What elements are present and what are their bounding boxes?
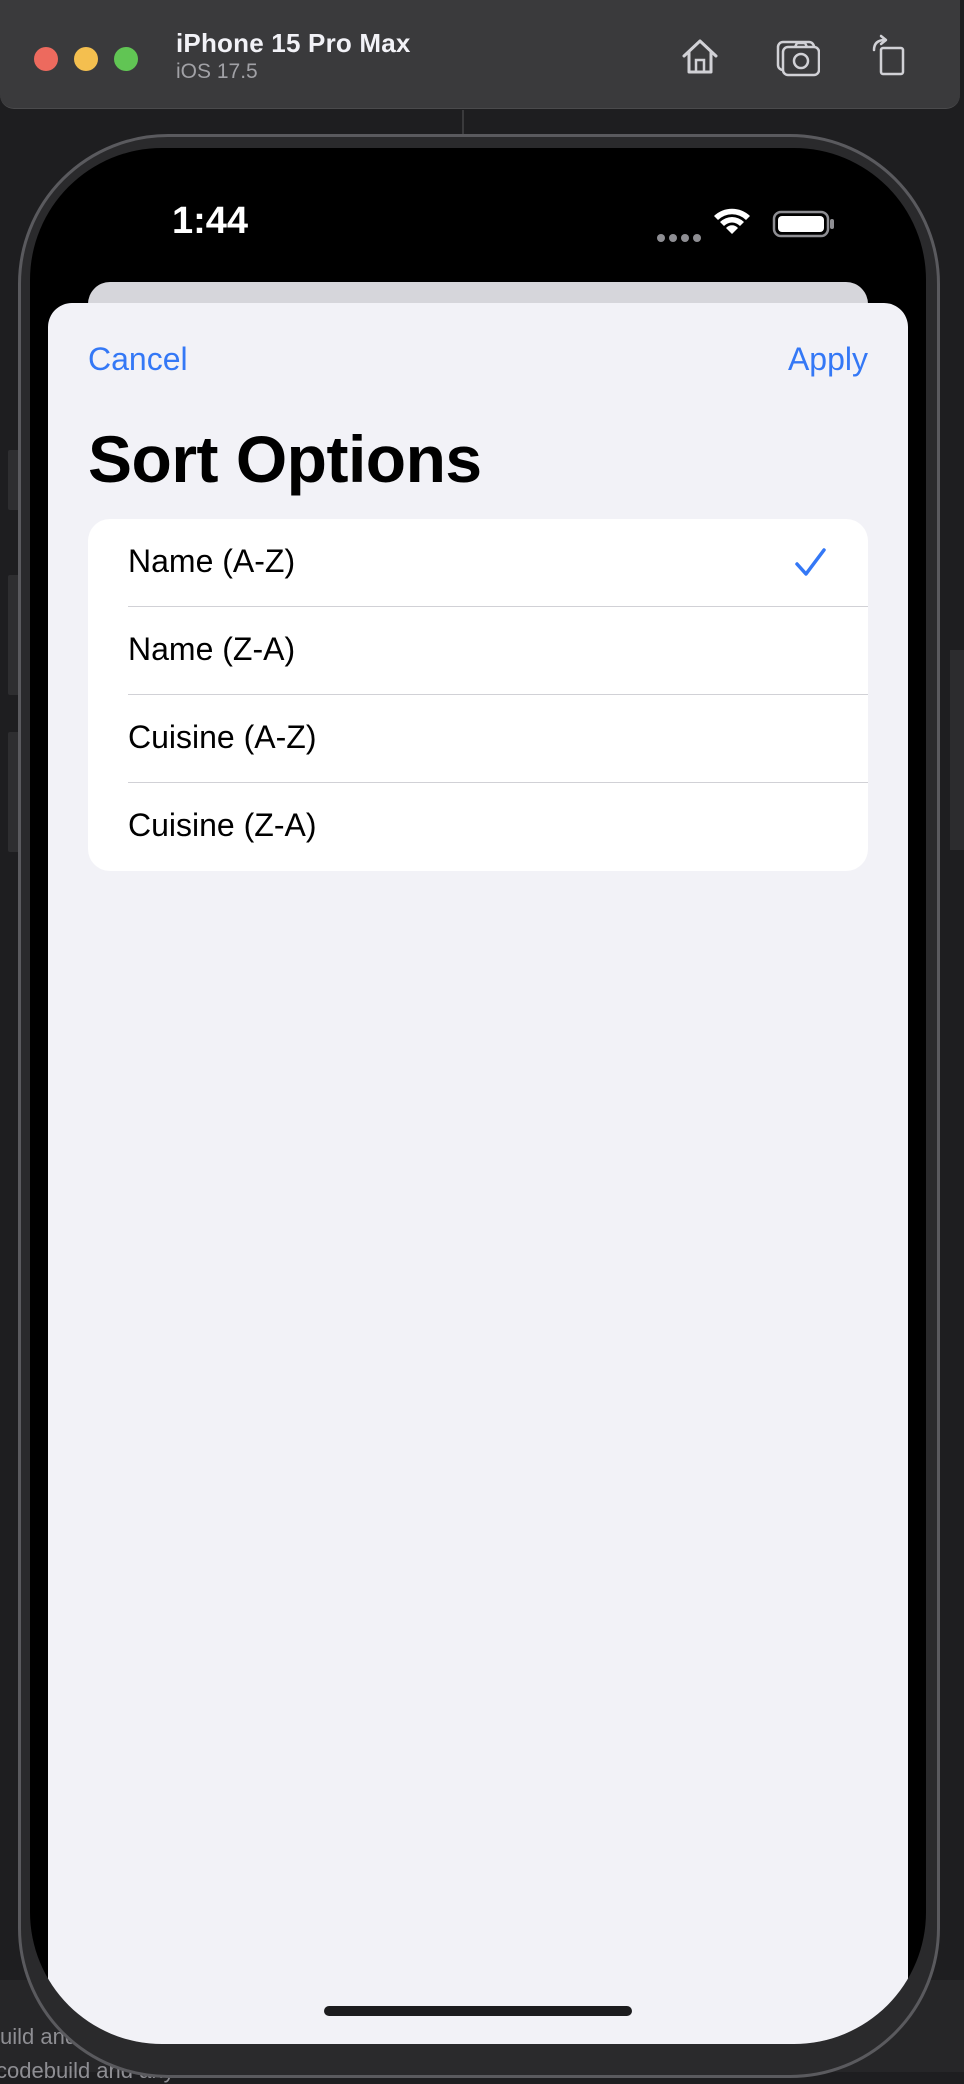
device-name: iPhone 15 Pro Max — [176, 28, 411, 58]
battery-icon — [772, 210, 836, 243]
device-os-version: iOS 17.5 — [176, 60, 258, 83]
cancel-button[interactable]: Cancel — [88, 341, 188, 378]
sort-option-cuisine-desc[interactable]: Cuisine (Z-A) — [88, 783, 868, 871]
close-window-button[interactable] — [34, 47, 58, 71]
sort-option-label: Name (Z-A) — [128, 631, 296, 667]
sort-options-sheet: Cancel Apply Sort Options Name (A-Z) Nam… — [48, 303, 908, 2044]
signal-dots-icon — [656, 230, 702, 248]
apply-button[interactable]: Apply — [788, 341, 868, 378]
status-time: 1:44 — [172, 200, 249, 242]
sort-options-list: Name (A-Z) Name (Z-A) Cuisine (A-Z) Cuis… — [88, 519, 868, 871]
sort-option-label: Cuisine (Z-A) — [128, 807, 317, 843]
minimize-window-button[interactable] — [74, 47, 98, 71]
sort-option-label: Name (A-Z) — [128, 543, 296, 579]
zoom-window-button[interactable] — [114, 47, 138, 71]
screenshot-icon[interactable] — [776, 34, 821, 78]
page-title: Sort Options — [88, 422, 482, 496]
home-indicator[interactable] — [324, 2006, 632, 2016]
checkmark-icon — [792, 545, 828, 581]
phone-screen: 1:44 Cancel Apply Sort Options Name (A-Z… — [30, 148, 926, 2044]
home-icon[interactable] — [678, 34, 722, 78]
sort-option-name-desc[interactable]: Name (Z-A) — [88, 607, 868, 695]
simulator-title-bar: iPhone 15 Pro Max iOS 17.5 — [0, 0, 960, 109]
wifi-icon — [712, 206, 752, 241]
sort-option-name-asc[interactable]: Name (A-Z) — [88, 519, 868, 607]
background-panel-edge — [950, 650, 964, 850]
sort-option-cuisine-asc[interactable]: Cuisine (A-Z) — [88, 695, 868, 783]
sort-option-label: Cuisine (A-Z) — [128, 719, 317, 755]
rotate-icon[interactable] — [868, 34, 912, 78]
